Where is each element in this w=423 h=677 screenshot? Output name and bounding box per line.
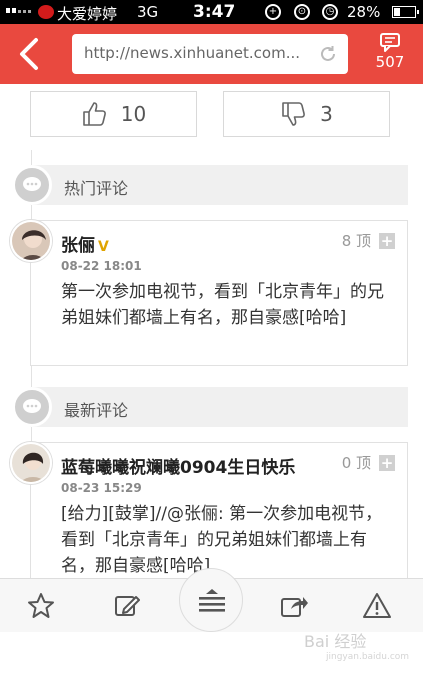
watermark-sub: jingyan.baidu.com: [326, 652, 410, 662]
url-text: http://news.xinhuanet.com...: [84, 44, 301, 62]
latest-comments-header: 最新评论: [30, 387, 408, 427]
like-plus-button[interactable]: +: [379, 233, 395, 249]
like-plus-button[interactable]: +: [379, 455, 395, 471]
url-bar[interactable]: http://news.xinhuanet.com...: [72, 34, 348, 74]
edit-icon[interactable]: [112, 591, 142, 621]
rotation-lock-icon: ⊙: [294, 4, 310, 20]
back-button[interactable]: [14, 36, 48, 72]
menu-button[interactable]: [179, 568, 243, 632]
battery-icon: [392, 6, 419, 18]
alarm-icon: ◷: [322, 4, 338, 20]
comment-icon: [380, 33, 400, 52]
comment-text: [给力][鼓掌]//@张俪: 第一次参加电视节，看到「北京青年」的兄弟姐妹们都墙…: [61, 504, 383, 576]
comments-button[interactable]: 507: [364, 32, 416, 78]
chat-bubble-icon: [23, 177, 41, 191]
like-count[interactable]: 0 顶: [342, 452, 371, 473]
downvote-button[interactable]: 3: [223, 91, 390, 137]
menu-icon: [199, 589, 225, 612]
warning-icon[interactable]: [362, 591, 392, 621]
comment-date: 08-22 18:01: [61, 259, 142, 273]
section-marker: [12, 387, 52, 427]
status-bar: 大爱婷婷 3G 3:47 + ⊙ ◷ 28%: [0, 0, 423, 24]
hot-comments-header: 热门评论: [30, 165, 408, 205]
clock: 3:47: [193, 2, 236, 22]
location-icon: +: [265, 4, 281, 20]
section-title: 热门评论: [64, 179, 129, 198]
section-title: 最新评论: [64, 401, 129, 420]
signal-strength-icon: [6, 8, 31, 13]
comment-text: 第一次参加电视节，看到「北京青年」的兄弟姐妹们都墙上有名，那自豪感[哈哈]: [61, 282, 384, 328]
upvote-count: 10: [120, 102, 147, 126]
upvote-button[interactable]: 10: [30, 91, 197, 137]
comment-author[interactable]: 张俪 V: [61, 231, 109, 256]
star-icon[interactable]: [26, 591, 56, 621]
thumbs-up-icon: [82, 102, 106, 126]
comment-author[interactable]: 蓝莓曦曦祝斓曦0904生日快乐: [61, 453, 295, 478]
comment-date: 08-23 15:29: [61, 481, 142, 495]
back-arrow-icon: [20, 38, 38, 70]
battery-percent: 28%: [347, 3, 381, 21]
watermark-brand: Bai 经验: [304, 632, 367, 651]
refresh-icon[interactable]: [318, 44, 338, 64]
comment-card[interactable]: 蓝莓曦曦祝斓曦0904生日快乐 0 顶 + 08-23 15:29 [给力][鼓…: [30, 442, 408, 582]
comment-count: 507: [375, 53, 405, 71]
share-icon[interactable]: [278, 591, 308, 621]
verified-badge: V: [98, 239, 109, 255]
nav-bar: http://news.xinhuanet.com... 507: [0, 24, 423, 84]
like-count[interactable]: 8 顶: [342, 230, 371, 251]
section-marker: [12, 165, 52, 205]
watermark: Bai 经验 jingyan.baidu.com: [304, 628, 409, 662]
downvote-count: 3: [320, 102, 333, 126]
chat-bubble-icon: [23, 399, 41, 413]
carrier-name: 大爱婷婷: [57, 5, 118, 23]
avatar[interactable]: [10, 442, 52, 484]
comment-card[interactable]: 张俪 V 8 顶 + 08-22 18:01 第一次参加电视节，看到「北京青年」的…: [30, 220, 408, 366]
thumbs-down-icon: [282, 102, 306, 126]
avatar[interactable]: [10, 220, 52, 262]
carrier-logo-icon: [38, 5, 54, 19]
network-type: 3G: [137, 3, 159, 21]
